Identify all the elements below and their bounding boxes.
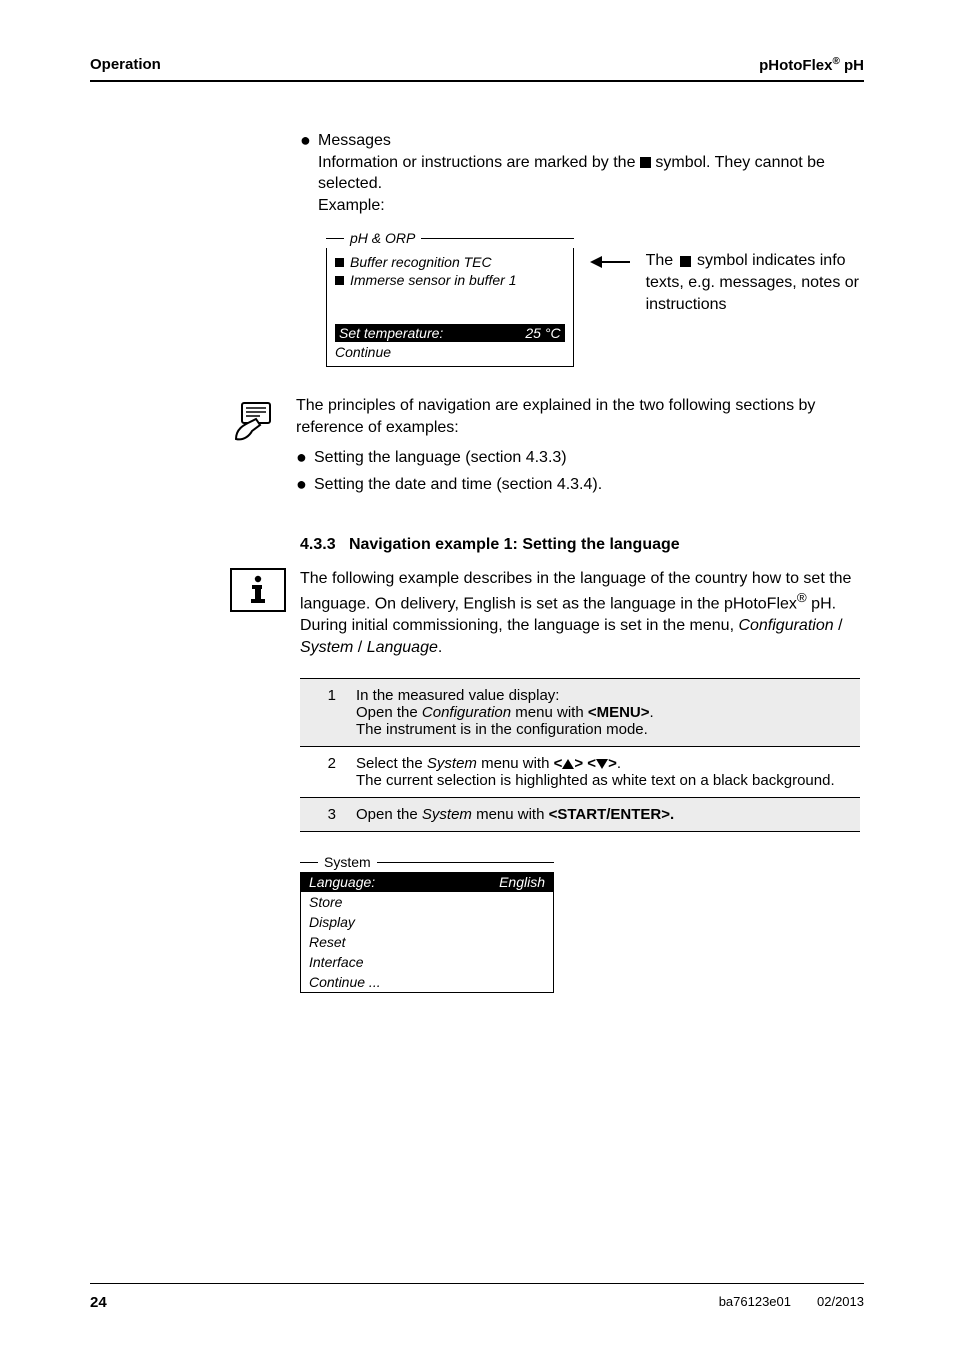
table-row: 2 Select the System menu with <> <>. The…: [300, 747, 860, 798]
step2-sys: System: [427, 755, 477, 772]
table-row: 1 In the measured value display: Open th…: [300, 679, 860, 747]
ph-orp-title: pH & ORP: [344, 230, 421, 246]
info-sep2: /: [353, 639, 366, 656]
square-icon: [640, 157, 651, 168]
messages-body-a: Information or instructions are marked b…: [318, 154, 640, 171]
messages-bullet: ● Messages Information or instructions a…: [300, 130, 860, 216]
messages-title: Messages: [318, 132, 391, 149]
footer-date: 02/2013: [817, 1294, 864, 1311]
nav-note-b1: Setting the language (section 4.3.3): [314, 447, 860, 469]
footer-doc-id: ba76123e01: [719, 1294, 791, 1311]
section-heading: 4.3.3 Navigation example 1: Setting the …: [300, 536, 860, 554]
section-number: 4.3.3: [300, 536, 336, 553]
step2-l2: The current selection is highlighted as …: [356, 772, 850, 789]
step-number: 2: [300, 747, 346, 798]
step3-start-enter: <START/ENTER>.: [549, 806, 675, 823]
step1-l2a: Open the: [356, 704, 422, 721]
info-icon: [230, 568, 286, 612]
system-language-row: Language: English: [301, 872, 553, 892]
system-title: System: [318, 854, 377, 870]
system-language-label: Language: [309, 874, 371, 890]
arrow-icon: [590, 230, 630, 270]
info-text-a: The following example describes in the l…: [300, 570, 851, 613]
nav-note-b2: Setting the date and time (section 4.3.4…: [314, 474, 860, 496]
page-footer: 24 ba76123e01 02/2013: [90, 1283, 864, 1311]
step1-l1: In the measured value display:: [356, 687, 850, 704]
triangle-down-icon: [596, 759, 608, 769]
system-continue: Continue ...: [301, 972, 553, 992]
ph-orp-continue: Continue: [335, 342, 565, 360]
ph-orp-annotation: The symbol indicates info texts, e.g. me…: [646, 230, 860, 315]
step-body: Select the System menu with <> <>. The c…: [346, 747, 860, 798]
step-number: 1: [300, 679, 346, 747]
step2-l1b: menu with: [477, 755, 554, 772]
system-display: Display: [301, 912, 553, 932]
square-icon: [680, 256, 691, 267]
info-sup: ®: [797, 590, 807, 605]
ph-orp-diagram: pH & ORP Buffer recognition TEC Immerse …: [326, 230, 860, 367]
system-language-value: English: [499, 874, 545, 890]
step2-keys: <> <>: [554, 755, 617, 772]
step3-l1b: menu with: [472, 806, 549, 823]
hand-note-icon: [230, 395, 282, 452]
system-interface: Interface: [301, 952, 553, 972]
system-box: System Language: English Store Display R…: [300, 854, 554, 993]
section-title: Navigation example 1: Setting the langua…: [349, 536, 680, 553]
step2-l1a: Select the: [356, 755, 427, 772]
header-right-prefix: pHotoFlex: [759, 57, 832, 74]
square-icon: [335, 258, 344, 267]
triangle-up-icon: [562, 759, 574, 769]
ph-orp-set-temp-row: Set temperature: 25 °C: [335, 324, 565, 342]
info-path-config: Configuration: [738, 617, 833, 634]
header-left: Operation: [90, 56, 161, 74]
system-store: Store: [301, 892, 553, 912]
set-temp-value: 25 °C: [525, 325, 560, 341]
ph-orp-line2: Immerse sensor in buffer 1: [350, 272, 517, 288]
footer-rule: [90, 1283, 864, 1284]
step-number: 3: [300, 798, 346, 832]
step1-l2c: .: [650, 704, 654, 721]
step-body: In the measured value display: Open the …: [346, 679, 860, 747]
bullet-dot-icon: ●: [300, 130, 318, 216]
info-text: The following example describes in the l…: [300, 568, 860, 659]
annotation-a: The: [646, 252, 678, 269]
info-path-system: System: [300, 639, 353, 656]
system-reset: Reset: [301, 932, 553, 952]
header-rule: [90, 80, 864, 82]
step3-sys: System: [422, 806, 472, 823]
ph-orp-box: pH & ORP Buffer recognition TEC Immerse …: [326, 230, 574, 367]
header-right-sup: ®: [832, 56, 839, 67]
step3-l1a: Open the: [356, 806, 422, 823]
info-dot: .: [438, 639, 442, 656]
step1-l2b: menu with: [511, 704, 588, 721]
bullet-dot-icon: ●: [296, 447, 314, 469]
step1-conf: Configuration: [422, 704, 511, 721]
step1-menu: <MENU>: [588, 704, 650, 721]
bullet-dot-icon: ●: [296, 474, 314, 496]
info-path-language: Language: [367, 639, 438, 656]
table-row: 3 Open the System menu with <START/ENTER…: [300, 798, 860, 832]
page-number: 24: [90, 1294, 107, 1311]
ph-orp-line1: Buffer recognition TEC: [350, 254, 492, 270]
step1-l3: The instrument is in the configuration m…: [356, 721, 648, 738]
nav-note-intro: The principles of navigation are explain…: [296, 395, 860, 438]
set-temp-label: Set temperature: [339, 325, 439, 341]
messages-example-label: Example:: [318, 197, 385, 214]
square-icon: [335, 276, 344, 285]
info-sep1: /: [834, 617, 843, 634]
steps-table: 1 In the measured value display: Open th…: [300, 678, 860, 832]
header-right-suffix: pH: [840, 57, 864, 74]
header-right: pHotoFlex® pH: [759, 56, 864, 74]
step-body: Open the System menu with <START/ENTER>.: [346, 798, 860, 832]
